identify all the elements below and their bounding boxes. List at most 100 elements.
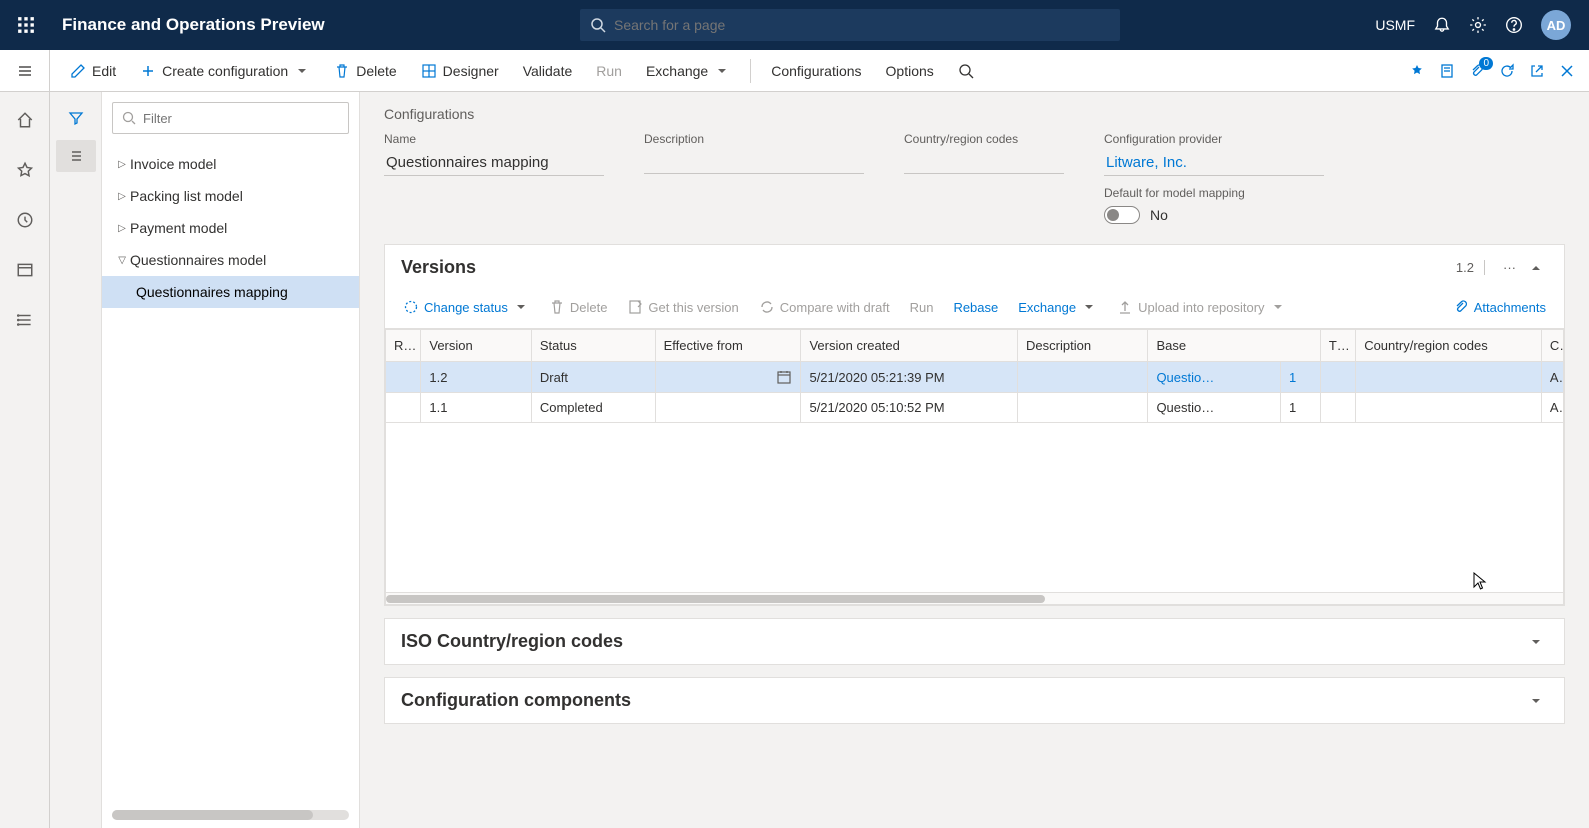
version-run-button: Run xyxy=(902,295,942,320)
col-c[interactable]: C xyxy=(1541,330,1563,362)
default-mapping-label: Default for model mapping xyxy=(1104,186,1324,200)
col-desc[interactable]: Description xyxy=(1018,330,1148,362)
modules-icon[interactable] xyxy=(9,304,41,336)
tree-node-invoice-model[interactable]: ▷Invoice model xyxy=(102,148,359,180)
exchange-button[interactable]: Exchange xyxy=(636,57,740,85)
options-tab[interactable]: Options xyxy=(876,57,944,85)
main-area: ▷Invoice model ▷Packing list model ▷Paym… xyxy=(0,92,1589,828)
provider-label: Configuration provider xyxy=(1104,132,1324,146)
version-exchange-button[interactable]: Exchange xyxy=(1010,294,1105,320)
tree-filter-input[interactable] xyxy=(137,111,340,126)
versions-table: R… Version Status Effective from Version… xyxy=(385,328,1564,605)
popout-icon[interactable] xyxy=(1529,63,1545,79)
compare-button: Compare with draft xyxy=(751,294,898,320)
overflow-icon[interactable]: ··· xyxy=(1495,260,1524,275)
versions-title: Versions xyxy=(401,257,1446,278)
description-label: Description xyxy=(644,132,864,146)
table-row[interactable]: 1.2 Draft 5/21/2020 05:21:39 PM Questio…… xyxy=(386,362,1564,393)
provider-value[interactable]: Litware, Inc. xyxy=(1104,150,1324,176)
table-row[interactable]: 1.1 Completed 5/21/2020 05:10:52 PM Ques… xyxy=(386,393,1564,423)
help-icon[interactable] xyxy=(1505,16,1523,34)
personalize-icon[interactable] xyxy=(1409,63,1425,79)
version-attachments-button[interactable]: Attachments xyxy=(1445,294,1554,320)
tree-node-questionnaires-model[interactable]: ▷Questionnaires model xyxy=(102,244,359,276)
workspace-icon[interactable] xyxy=(9,254,41,286)
rebase-button[interactable]: Rebase xyxy=(945,295,1006,320)
col-base[interactable]: Base xyxy=(1148,330,1320,362)
recent-icon[interactable] xyxy=(9,204,41,236)
country-value[interactable] xyxy=(904,150,1064,174)
tree-node-questionnaires-mapping[interactable]: Questionnaires mapping xyxy=(102,276,359,308)
col-t[interactable]: T… xyxy=(1320,330,1355,362)
separator xyxy=(750,59,751,83)
star-icon[interactable] xyxy=(9,154,41,186)
col-created[interactable]: Version created xyxy=(801,330,1018,362)
attachments-icon[interactable]: 0 xyxy=(1469,63,1485,79)
change-status-button[interactable]: Change status xyxy=(395,294,537,320)
chevron-down-icon[interactable] xyxy=(1524,693,1548,709)
global-search[interactable] xyxy=(580,9,1120,41)
chevron-down-icon xyxy=(714,63,730,79)
chevron-down-icon xyxy=(294,63,310,79)
default-mapping-value: No xyxy=(1150,207,1168,223)
tree-horizontal-scrollbar[interactable] xyxy=(112,810,349,820)
chevron-down-icon[interactable] xyxy=(1524,634,1548,650)
designer-button[interactable]: Designer xyxy=(411,57,509,85)
tree-panel: ▷Invoice model ▷Packing list model ▷Paym… xyxy=(102,92,360,828)
tree-filter[interactable] xyxy=(112,102,349,134)
home-icon[interactable] xyxy=(9,104,41,136)
default-mapping-toggle[interactable] xyxy=(1104,206,1140,224)
waffle-icon[interactable] xyxy=(8,16,44,34)
name-label: Name xyxy=(384,132,604,146)
col-effective[interactable]: Effective from xyxy=(655,330,801,362)
table-header-row: R… Version Status Effective from Version… xyxy=(386,330,1564,362)
components-section: Configuration components xyxy=(384,677,1565,724)
filter-rail xyxy=(50,92,102,828)
validate-button[interactable]: Validate xyxy=(513,57,583,85)
calendar-icon[interactable] xyxy=(776,369,792,385)
app-title: Finance and Operations Preview xyxy=(44,15,325,35)
run-button: Run xyxy=(586,57,632,85)
command-bar: Edit Create configuration Delete Designe… xyxy=(0,50,1589,92)
upload-repo-button: Upload into repository xyxy=(1109,294,1293,320)
tree-node-payment-model[interactable]: ▷Payment model xyxy=(102,212,359,244)
description-value[interactable] xyxy=(644,150,864,174)
breadcrumb: Configurations xyxy=(384,106,1565,122)
version-delete-button: Delete xyxy=(541,294,616,320)
chevron-up-icon[interactable] xyxy=(1524,260,1548,276)
name-value[interactable]: Questionnaires mapping xyxy=(384,150,604,176)
bell-icon[interactable] xyxy=(1433,16,1451,34)
table-empty-area xyxy=(385,423,1564,593)
col-status[interactable]: Status xyxy=(531,330,655,362)
avatar[interactable]: AD xyxy=(1541,10,1571,40)
edit-button[interactable]: Edit xyxy=(60,57,126,85)
find-button[interactable] xyxy=(948,57,984,85)
nav-rail xyxy=(0,92,50,828)
create-configuration-button[interactable]: Create configuration xyxy=(130,57,320,85)
components-title: Configuration components xyxy=(401,690,1524,711)
company-code[interactable]: USMF xyxy=(1375,17,1415,33)
tree-node-packing-list-model[interactable]: ▷Packing list model xyxy=(102,180,359,212)
page-icon[interactable] xyxy=(1439,63,1455,79)
hamburger-icon[interactable] xyxy=(0,50,50,91)
app-header: Finance and Operations Preview USMF AD xyxy=(0,0,1589,50)
get-version-button: Get this version xyxy=(619,294,746,320)
iso-title: ISO Country/region codes xyxy=(401,631,1524,652)
iso-section: ISO Country/region codes xyxy=(384,618,1565,665)
list-view-icon[interactable] xyxy=(56,140,96,172)
versions-badge: 1.2 xyxy=(1446,260,1485,275)
close-icon[interactable] xyxy=(1559,63,1575,79)
col-r[interactable]: R… xyxy=(386,330,421,362)
content-area: Configurations Name Questionnaires mappi… xyxy=(360,92,1589,828)
country-label: Country/region codes xyxy=(904,132,1064,146)
table-horizontal-scrollbar[interactable] xyxy=(385,593,1564,605)
delete-button[interactable]: Delete xyxy=(324,57,406,85)
col-version[interactable]: Version xyxy=(421,330,532,362)
versions-section: Versions 1.2 ··· Change status Delete Ge… xyxy=(384,244,1565,606)
global-search-input[interactable] xyxy=(606,17,1110,33)
gear-icon[interactable] xyxy=(1469,16,1487,34)
funnel-icon[interactable] xyxy=(56,102,96,134)
col-country[interactable]: Country/region codes xyxy=(1356,330,1542,362)
configurations-tab[interactable]: Configurations xyxy=(761,57,871,85)
refresh-icon[interactable] xyxy=(1499,63,1515,79)
